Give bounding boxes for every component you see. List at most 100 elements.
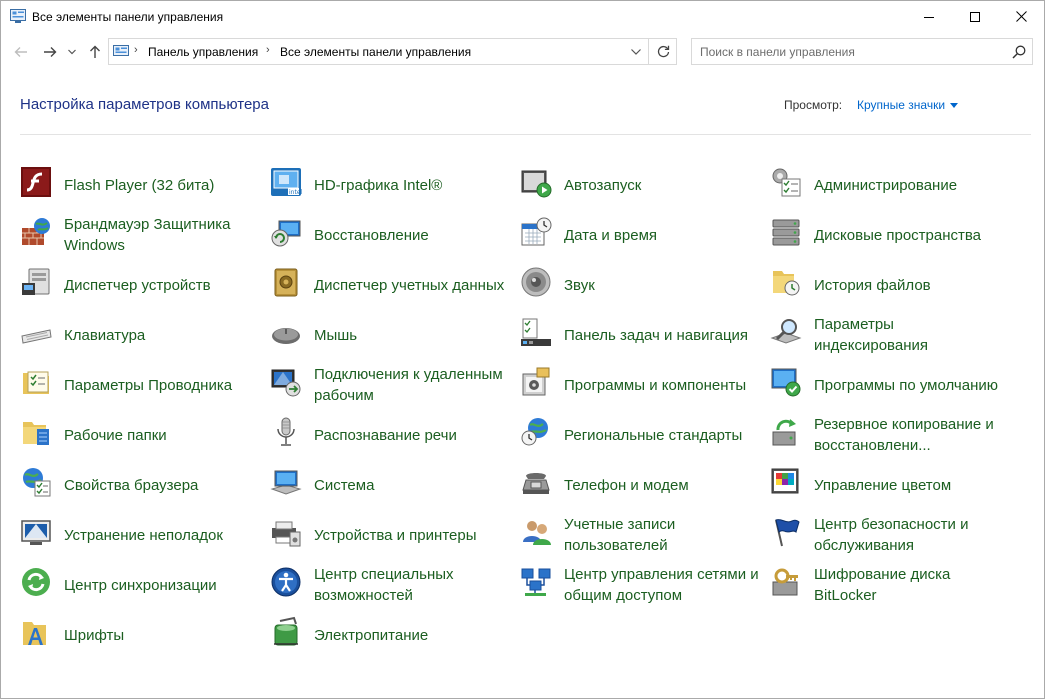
ease-of-access-icon [271, 567, 301, 597]
item-keyboard[interactable]: Клавиатура [20, 312, 260, 358]
item-mouse[interactable]: Мышь [270, 312, 510, 358]
item-ease-of-access[interactable]: Центр специальных возможностей [270, 562, 510, 608]
taskbar-icon [521, 318, 551, 346]
view-by-dropdown[interactable]: Крупные значки [857, 98, 959, 112]
troubleshooting-icon [21, 520, 51, 545]
item-label: Администрирование [814, 176, 958, 194]
forward-button[interactable] [39, 41, 61, 63]
item-power-options[interactable]: Электропитание [270, 612, 510, 658]
forward-arrow-icon [44, 47, 57, 57]
power-options-icon [274, 616, 298, 646]
item-phone-modem[interactable]: Телефон и модем [520, 462, 760, 508]
item-label: Центр управления сетями и общим доступом [564, 566, 759, 604]
item-regional-standards[interactable]: Региональные стандарты [520, 412, 760, 458]
breadcrumb-all-items[interactable]: Все элементы панели управления [280, 45, 471, 59]
search-icon[interactable] [1012, 45, 1026, 59]
item-label: Панель задач и навигация [564, 326, 749, 344]
item-work-folders[interactable]: Рабочие папки [20, 412, 260, 458]
back-button[interactable] [11, 41, 31, 63]
item-taskbar[interactable]: Панель задач и навигация [520, 312, 760, 358]
item-autoplay[interactable]: Автозапуск [520, 162, 760, 208]
item-indexing-options[interactable]: Параметры индексирования [770, 312, 1010, 358]
dropdown-arrow-icon [950, 102, 959, 108]
item-label: Программы и компоненты [564, 376, 747, 394]
item-programs-features[interactable]: Программы и компоненты [520, 362, 760, 408]
item-network-sharing[interactable]: Центр управления сетями и общим доступом [520, 562, 760, 608]
item-flash-player[interactable]: Flash Player (32 бита) [20, 162, 260, 208]
item-label: Клавиатура [64, 326, 146, 344]
item-bitlocker[interactable]: Шифрование диска BitLocker [770, 562, 1010, 608]
phone-modem-icon [522, 473, 550, 494]
item-label: Центр синхронизации [64, 576, 217, 594]
item-label: Диспетчер устройств [64, 276, 211, 294]
item-user-accounts[interactable]: Учетные записи пользователей [520, 512, 760, 558]
item-backup-restore[interactable]: Резервное копирование и восстановлени... [770, 412, 1010, 458]
intel-graphics-icon: intel [271, 168, 302, 196]
bitlocker-icon [772, 568, 798, 596]
up-button[interactable] [85, 41, 105, 63]
recent-locations-button[interactable] [65, 41, 79, 63]
item-remote-desktop[interactable]: Подключения к удаленным рабочим [270, 362, 510, 408]
system-icon [270, 470, 302, 495]
item-date-time[interactable]: Дата и время [520, 212, 760, 258]
breadcrumb-separator-icon: › [266, 44, 270, 56]
network-sharing-icon [521, 568, 551, 596]
item-credential-manager[interactable]: Диспетчер учетных данных [270, 262, 510, 308]
item-label: Flash Player (32 бита) [64, 176, 215, 194]
refresh-button[interactable] [648, 39, 677, 64]
item-sync-center[interactable]: Центр синхронизации [20, 562, 260, 608]
control-panel-icon [10, 9, 26, 23]
item-recovery[interactable]: Восстановление [270, 212, 510, 258]
title-bar[interactable]: Все элементы панели управления [1, 1, 1044, 32]
refresh-icon [657, 45, 669, 58]
minimize-button[interactable] [906, 1, 952, 32]
security-maintenance-icon [775, 519, 800, 547]
devices-printers-icon [272, 521, 301, 547]
item-default-programs[interactable]: Программы по умолчанию [770, 362, 1010, 408]
item-label: Брандмауэр Защитника Windows [64, 216, 231, 254]
item-explorer-options[interactable]: Параметры Проводника [20, 362, 260, 408]
item-label: Учетные записи пользователей [564, 516, 676, 554]
close-icon [1015, 11, 1027, 22]
address-bar[interactable]: › Панель управления › Все элементы панел… [108, 38, 677, 65]
item-administration[interactable]: Администрирование [770, 162, 1010, 208]
item-label: История файлов [814, 276, 931, 294]
user-accounts-icon [523, 521, 551, 545]
chevron-down-icon [631, 48, 641, 55]
item-troubleshooting[interactable]: Устранение неполадок [20, 512, 260, 558]
item-intel-graphics[interactable]: intel HD-графика Intel® [270, 162, 510, 208]
item-label: HD-графика Intel® [314, 176, 443, 194]
item-system[interactable]: Система [270, 462, 510, 508]
breadcrumb-control-panel[interactable]: Панель управления [148, 45, 258, 59]
window-title: Все элементы панели управления [32, 10, 224, 24]
item-security-maintenance[interactable]: Центр безопасности и обслуживания [770, 512, 1010, 558]
admin-tools-icon [772, 168, 801, 197]
item-device-manager[interactable]: Диспетчер устройств [20, 262, 260, 308]
item-sound[interactable]: Звук [520, 262, 760, 308]
maximize-button[interactable] [952, 1, 998, 32]
item-label: Электропитание [314, 626, 429, 644]
view-by-label: Просмотр: [784, 98, 843, 112]
close-button[interactable] [998, 1, 1044, 32]
item-label: Восстановление [314, 226, 429, 244]
speech-recognition-icon [277, 417, 295, 446]
item-file-history[interactable]: История файлов [770, 262, 1010, 308]
region-icon [521, 418, 548, 446]
item-label: Резервное копирование и восстановлени... [814, 416, 994, 454]
item-browser-properties[interactable]: Свойства браузера [20, 462, 260, 508]
search-placeholder: Поиск в панели управления [700, 45, 855, 59]
item-fonts[interactable]: Шрифты [20, 612, 260, 658]
minimize-icon [924, 16, 934, 18]
internet-options-icon [23, 468, 51, 497]
search-input[interactable]: Поиск в панели управления [691, 38, 1033, 65]
chevron-down-icon [68, 49, 76, 55]
item-speech-recognition[interactable]: Распознавание речи [270, 412, 510, 458]
backup-restore-icon [772, 419, 796, 446]
address-history-button[interactable] [624, 39, 648, 64]
item-color-management[interactable]: Управление цветом [770, 462, 1010, 508]
item-devices-printers[interactable]: Устройства и принтеры [270, 512, 510, 558]
svg-text:intel: intel [289, 189, 302, 196]
item-firewall[interactable]: Брандмауэр Защитника Windows [20, 212, 260, 258]
item-storage-spaces[interactable]: Дисковые пространства [770, 212, 1010, 258]
item-label: Управление цветом [814, 476, 952, 494]
